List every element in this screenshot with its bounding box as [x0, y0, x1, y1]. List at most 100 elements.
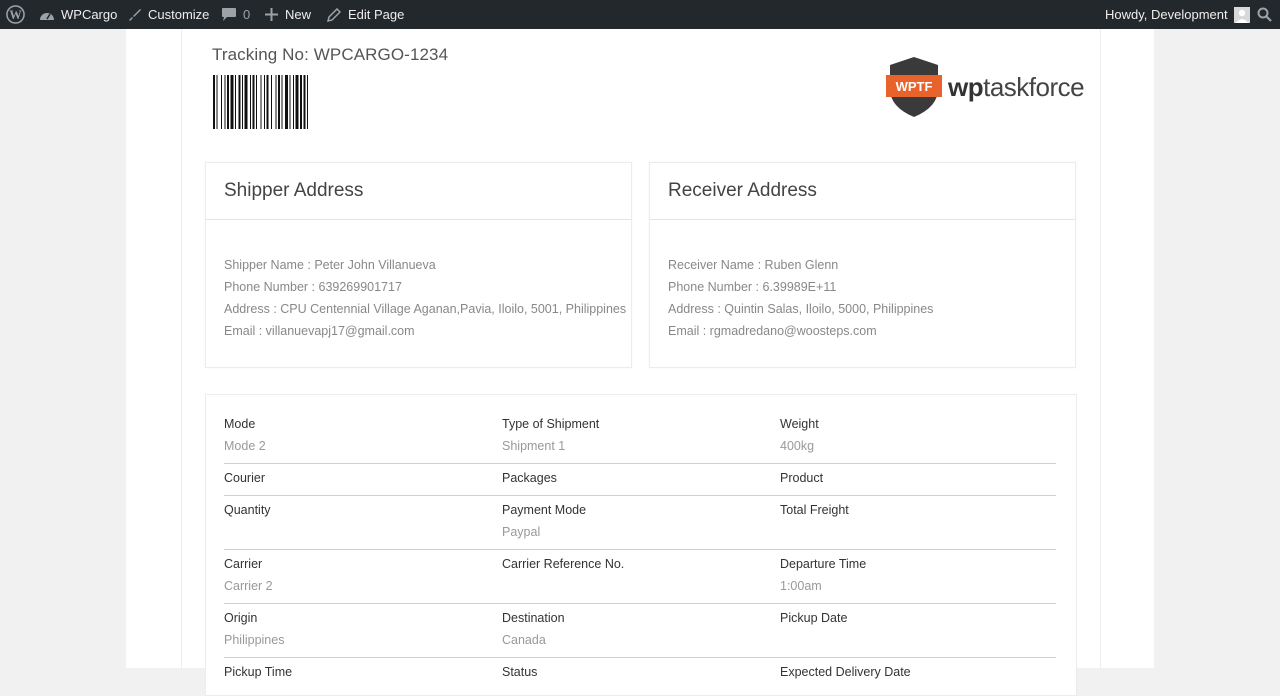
detail-label: Carrier [224, 557, 263, 571]
detail-label: Quantity [224, 503, 271, 517]
barcode-bar [242, 75, 243, 129]
edit-page-link[interactable]: Edit Page [327, 0, 404, 29]
barcode-bar [307, 75, 308, 129]
new-label: New [285, 7, 312, 22]
comments-link[interactable]: 0 [221, 0, 250, 29]
barcode-bar [278, 75, 280, 129]
shipper-address-card: Shipper Address Shipper Name : Peter Joh… [205, 162, 632, 368]
barcode-bar [293, 75, 294, 129]
barcode-bar [266, 75, 269, 129]
barcode-bar [224, 75, 226, 129]
brush-icon [127, 7, 142, 22]
howdy-label: Howdy, Development [1105, 7, 1228, 22]
barcode-bar [303, 75, 306, 129]
shield-logo-icon: WPTF [886, 57, 942, 117]
receiver-address-body: Receiver Name : Ruben Glenn Phone Number… [650, 220, 1075, 342]
detail-value: Canada [502, 633, 546, 647]
barcode-bar [256, 75, 257, 129]
dashboard-icon [39, 8, 55, 22]
detail-label: Packages [502, 471, 557, 485]
details-row: Carrier Carrier 2 Carrier Reference No. D… [224, 553, 1056, 604]
shipper-email: Email : villanuevapj17@gmail.com [224, 324, 415, 338]
shipper-phone: Phone Number : 639269901717 [224, 280, 402, 294]
detail-label: Product [780, 471, 824, 485]
detail-value: 1:00am [780, 579, 822, 593]
barcode-bar [235, 75, 236, 129]
receiver-address-card: Receiver Address Receiver Name : Ruben G… [649, 162, 1076, 368]
barcode-bar [295, 75, 299, 129]
wordpress-logo-icon[interactable]: W [6, 0, 25, 29]
details-row: Origin Philippines Destination Canada Pick… [224, 607, 1056, 658]
barcode-image [213, 75, 366, 134]
details-row: Mode Mode 2 Type of Shipment Shipment 1 We… [224, 413, 1056, 464]
shipper-address-body: Shipper Name : Peter John Villanueva Pho… [206, 220, 631, 342]
comments-count: 0 [243, 7, 251, 22]
barcode-bar [230, 75, 234, 129]
detail-label: Mode [224, 417, 256, 431]
detail-label: Expected Delivery Date [780, 665, 911, 679]
search-icon[interactable] [1257, 0, 1272, 29]
comment-icon [221, 7, 237, 22]
detail-label: Pickup Time [224, 665, 293, 679]
barcode-bar [213, 75, 215, 129]
edit-page-label: Edit Page [348, 7, 405, 22]
detail-label: Destination [502, 611, 565, 625]
account-menu[interactable]: Howdy, Development [1105, 0, 1250, 29]
barcode-bar [264, 75, 265, 129]
receiver-address: Address : Quintin Salas, Iloilo, 5000, P… [668, 302, 934, 316]
logo-wordmark: wptaskforce [948, 71, 1085, 103]
shipper-address: Address : CPU Centennial Village Aganan,… [224, 302, 627, 316]
barcode-bar [285, 75, 288, 129]
detail-label: Carrier Reference No. [502, 557, 625, 571]
details-row: Quantity Payment Mode Paypal Total Freigh… [224, 499, 1056, 550]
detail-value: 400kg [780, 439, 815, 453]
svg-text:W: W [9, 8, 22, 22]
barcode-bar [300, 75, 302, 129]
logo-badge-text: WPTF [896, 79, 933, 94]
detail-label: Status [502, 665, 538, 679]
detail-label: Weight [780, 417, 819, 431]
site-name-label: WPCargo [61, 7, 118, 22]
barcode-bar [289, 75, 291, 129]
detail-label: Departure Time [780, 557, 867, 571]
new-content-menu[interactable]: New [265, 0, 311, 29]
barcode-bar [221, 75, 222, 129]
barcode-bar [227, 75, 229, 129]
receiver-address-heading: Receiver Address [650, 163, 1075, 220]
customize-link[interactable]: Customize [127, 0, 209, 29]
shipment-details-card: Mode Mode 2 Type of Shipment Shipment 1 We… [205, 394, 1077, 696]
receiver-email: Email : rgmadredano@woosteps.com [668, 324, 877, 338]
barcode-bar [216, 75, 218, 129]
detail-value: Philippines [224, 633, 285, 647]
detail-label: Payment Mode [502, 503, 587, 517]
barcode-bar [271, 75, 272, 129]
avatar [1233, 6, 1250, 23]
details-row: Pickup Time Status Expected Delivery Dat… [224, 661, 1056, 695]
pencil-icon [327, 7, 341, 22]
receiver-phone: Phone Number : 6.39989E+11 [668, 280, 837, 294]
tracking-number-title: Tracking No: WPCARGO-1234 [212, 45, 449, 64]
detail-label: Origin [224, 611, 258, 625]
barcode-bar [252, 75, 255, 129]
detail-label: Type of Shipment [502, 417, 600, 431]
details-row: Courier Packages Product [224, 467, 1056, 496]
barcode-bar [250, 75, 251, 129]
detail-label: Pickup Date [780, 611, 848, 625]
barcode-bar [260, 75, 262, 129]
barcode-bar [238, 75, 241, 129]
logo-wordmark-rest: taskforce [983, 71, 1085, 102]
company-logo: WPTF wptaskforce [886, 55, 1085, 119]
customize-label: Customize [148, 7, 210, 22]
barcode-bar [244, 75, 248, 129]
receiver-name: Receiver Name : Ruben Glenn [668, 258, 839, 272]
detail-value: Carrier 2 [224, 579, 273, 593]
detail-value: Shipment 1 [502, 439, 566, 453]
site-name-menu[interactable]: WPCargo [39, 0, 117, 29]
barcode-bar [281, 75, 283, 129]
detail-value: Paypal [502, 525, 541, 539]
plus-icon [265, 8, 278, 21]
detail-label: Courier [224, 471, 265, 485]
detail-label: Total Freight [780, 503, 849, 517]
admin-bar: W WPCargo Customize 0 New Edit Page Howd… [0, 0, 1280, 29]
logo-wordmark-bold: wp [948, 71, 984, 102]
